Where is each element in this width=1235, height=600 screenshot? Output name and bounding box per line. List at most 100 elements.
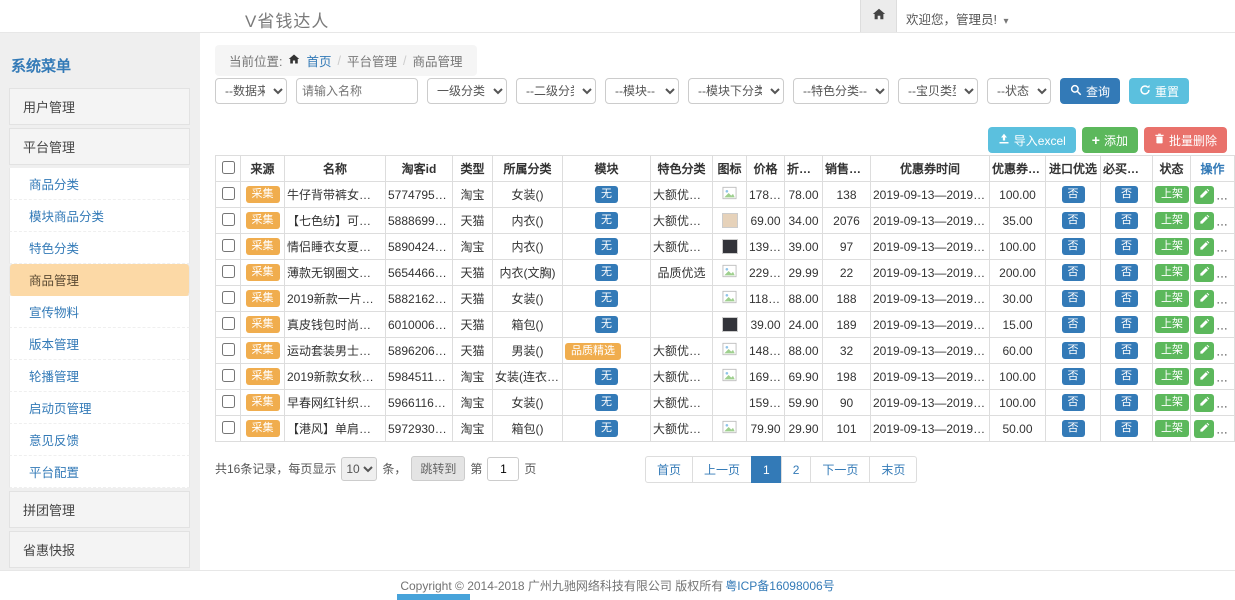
page-number-input[interactable]	[487, 457, 519, 481]
import-select-toggle[interactable]: 否	[1062, 212, 1085, 229]
edit-button[interactable]	[1194, 394, 1214, 412]
import-select-toggle[interactable]: 否	[1062, 290, 1085, 307]
sidebar-item-商品管理[interactable]: 商品管理	[9, 264, 190, 296]
edit-button[interactable]	[1194, 264, 1214, 282]
import-select-toggle[interactable]: 否	[1062, 368, 1085, 385]
sidebar-item-拼团管理[interactable]: 拼团管理	[9, 491, 190, 528]
sidebar-item-模块商品分类[interactable]: 模块商品分类	[9, 200, 190, 232]
import-select-toggle[interactable]: 否	[1062, 238, 1085, 255]
row-checkbox[interactable]	[222, 239, 235, 252]
select-all-checkbox[interactable]	[222, 161, 235, 174]
import-select-toggle[interactable]: 否	[1062, 264, 1085, 281]
import-select-toggle[interactable]: 否	[1062, 316, 1085, 333]
breadcrumb-home-link[interactable]: 首页	[306, 51, 331, 70]
discount-price: 24.00	[785, 312, 823, 338]
sidebar-item-用户管理[interactable]: 用户管理	[9, 88, 190, 125]
page-button-2[interactable]: 2	[781, 456, 812, 483]
status-toggle[interactable]: 上架	[1155, 238, 1189, 255]
status-toggle[interactable]: 上架	[1155, 368, 1189, 385]
must-buy-toggle[interactable]: 否	[1115, 316, 1138, 333]
edit-button[interactable]	[1194, 212, 1214, 230]
sidebar-item-省惠快报[interactable]: 省惠快报	[9, 531, 190, 568]
edit-button[interactable]	[1194, 316, 1214, 334]
filter-select-宝贝类型[interactable]: --宝贝类型--	[898, 78, 978, 104]
status-toggle[interactable]: 上架	[1155, 420, 1189, 437]
must-buy-toggle[interactable]: 否	[1115, 342, 1138, 359]
home-button[interactable]	[860, 0, 897, 32]
must-buy-toggle[interactable]: 否	[1115, 394, 1138, 411]
page-button-末页[interactable]: 末页	[869, 456, 917, 483]
status-cell: 上架	[1153, 416, 1191, 442]
search-button[interactable]: 查询	[1060, 78, 1120, 104]
sidebar-item-启动页管理[interactable]: 启动页管理	[9, 392, 190, 424]
row-checkbox[interactable]	[222, 265, 235, 278]
status-toggle[interactable]: 上架	[1155, 264, 1189, 281]
row-checkbox[interactable]	[222, 421, 235, 434]
filter-select-特色分类[interactable]: --特色分类--	[793, 78, 889, 104]
sidebar-item-平台配置[interactable]: 平台配置	[9, 456, 190, 488]
must-buy-toggle[interactable]: 否	[1115, 290, 1138, 307]
import-select-toggle[interactable]: 否	[1062, 394, 1085, 411]
import-select-toggle[interactable]: 否	[1062, 186, 1085, 203]
edit-button[interactable]	[1194, 342, 1214, 360]
sidebar-item-特色分类[interactable]: 特色分类	[9, 232, 190, 264]
sidebar-item-商品分类[interactable]: 商品分类	[9, 168, 190, 200]
jump-button[interactable]: 跳转到	[411, 456, 465, 481]
must-buy-toggle[interactable]: 否	[1115, 238, 1138, 255]
add-button[interactable]: + 添加	[1082, 127, 1138, 153]
breadcrumb-item-platform[interactable]: 平台管理	[347, 51, 397, 70]
status-toggle[interactable]: 上架	[1155, 342, 1189, 359]
sidebar-item-轮播管理[interactable]: 轮播管理	[9, 360, 190, 392]
edit-button[interactable]	[1194, 368, 1214, 386]
reset-button[interactable]: 重置	[1129, 78, 1189, 104]
must-buy-toggle[interactable]: 否	[1115, 368, 1138, 385]
row-checkbox[interactable]	[222, 369, 235, 382]
user-menu[interactable]: 欢迎您，管理员! ▾	[906, 9, 1009, 28]
must-buy-toggle[interactable]: 否	[1115, 264, 1138, 281]
filter-select-一级分类[interactable]: 一级分类	[427, 78, 507, 104]
sidebar-item-版本管理[interactable]: 版本管理	[9, 328, 190, 360]
per-page-select[interactable]: 10	[341, 457, 377, 481]
page-button-下一页[interactable]: 下一页	[810, 456, 870, 483]
row-checkbox[interactable]	[222, 317, 235, 330]
batch-delete-button[interactable]: 批量删除	[1144, 127, 1227, 153]
sidebar-item-平台管理[interactable]: 平台管理	[9, 128, 190, 165]
row-checkbox[interactable]	[222, 213, 235, 226]
status-toggle[interactable]: 上架	[1155, 212, 1189, 229]
edit-button[interactable]	[1194, 420, 1214, 438]
filter-select-模块下分类[interactable]: --模块下分类--	[688, 78, 784, 104]
edit-button[interactable]	[1194, 186, 1214, 204]
chevron-down-icon: ▾	[1003, 16, 1008, 27]
row-checkbox[interactable]	[222, 291, 235, 304]
must-buy-toggle[interactable]: 否	[1115, 186, 1138, 203]
filter-select-数据来源[interactable]: --数据来源--	[215, 78, 287, 104]
must-buy-toggle[interactable]: 否	[1115, 420, 1138, 437]
coupon-time: 2019-09-13—2019-09-19	[871, 286, 990, 312]
filter-select-二级分类[interactable]: --二级分类--	[516, 78, 596, 104]
name-search-input[interactable]	[296, 78, 418, 104]
sidebar-item-宣传物料[interactable]: 宣传物料	[9, 296, 190, 328]
filter-select-状态[interactable]: --状态--	[987, 78, 1051, 104]
row-checkbox[interactable]	[222, 395, 235, 408]
status-toggle[interactable]: 上架	[1155, 394, 1189, 411]
records-total-text: 共16条记录，每页显示	[215, 460, 336, 477]
edit-button[interactable]	[1194, 290, 1214, 308]
status-toggle[interactable]: 上架	[1155, 186, 1189, 203]
must-buy-toggle[interactable]: 否	[1115, 212, 1138, 229]
page-button-首页[interactable]: 首页	[645, 456, 693, 483]
icp-link[interactable]: 粤ICP备16098006号	[725, 577, 834, 594]
sidebar-item-意见反馈[interactable]: 意见反馈	[9, 424, 190, 456]
import-select-toggle[interactable]: 否	[1062, 342, 1085, 359]
filter-bar: --数据来源-- 一级分类 --二级分类-- --模块-- --模块下分类-- --特色…	[215, 78, 1189, 104]
page-button-上一页[interactable]: 上一页	[692, 456, 752, 483]
page-button-1[interactable]: 1	[751, 456, 782, 483]
import-excel-button[interactable]: 导入excel	[988, 127, 1076, 153]
row-checkbox[interactable]	[222, 343, 235, 356]
edit-button[interactable]	[1194, 238, 1214, 256]
shop-type: 天猫	[453, 260, 493, 286]
status-toggle[interactable]: 上架	[1155, 316, 1189, 333]
status-toggle[interactable]: 上架	[1155, 290, 1189, 307]
row-checkbox[interactable]	[222, 187, 235, 200]
import-select-toggle[interactable]: 否	[1062, 420, 1085, 437]
filter-select-模块[interactable]: --模块--	[605, 78, 679, 104]
